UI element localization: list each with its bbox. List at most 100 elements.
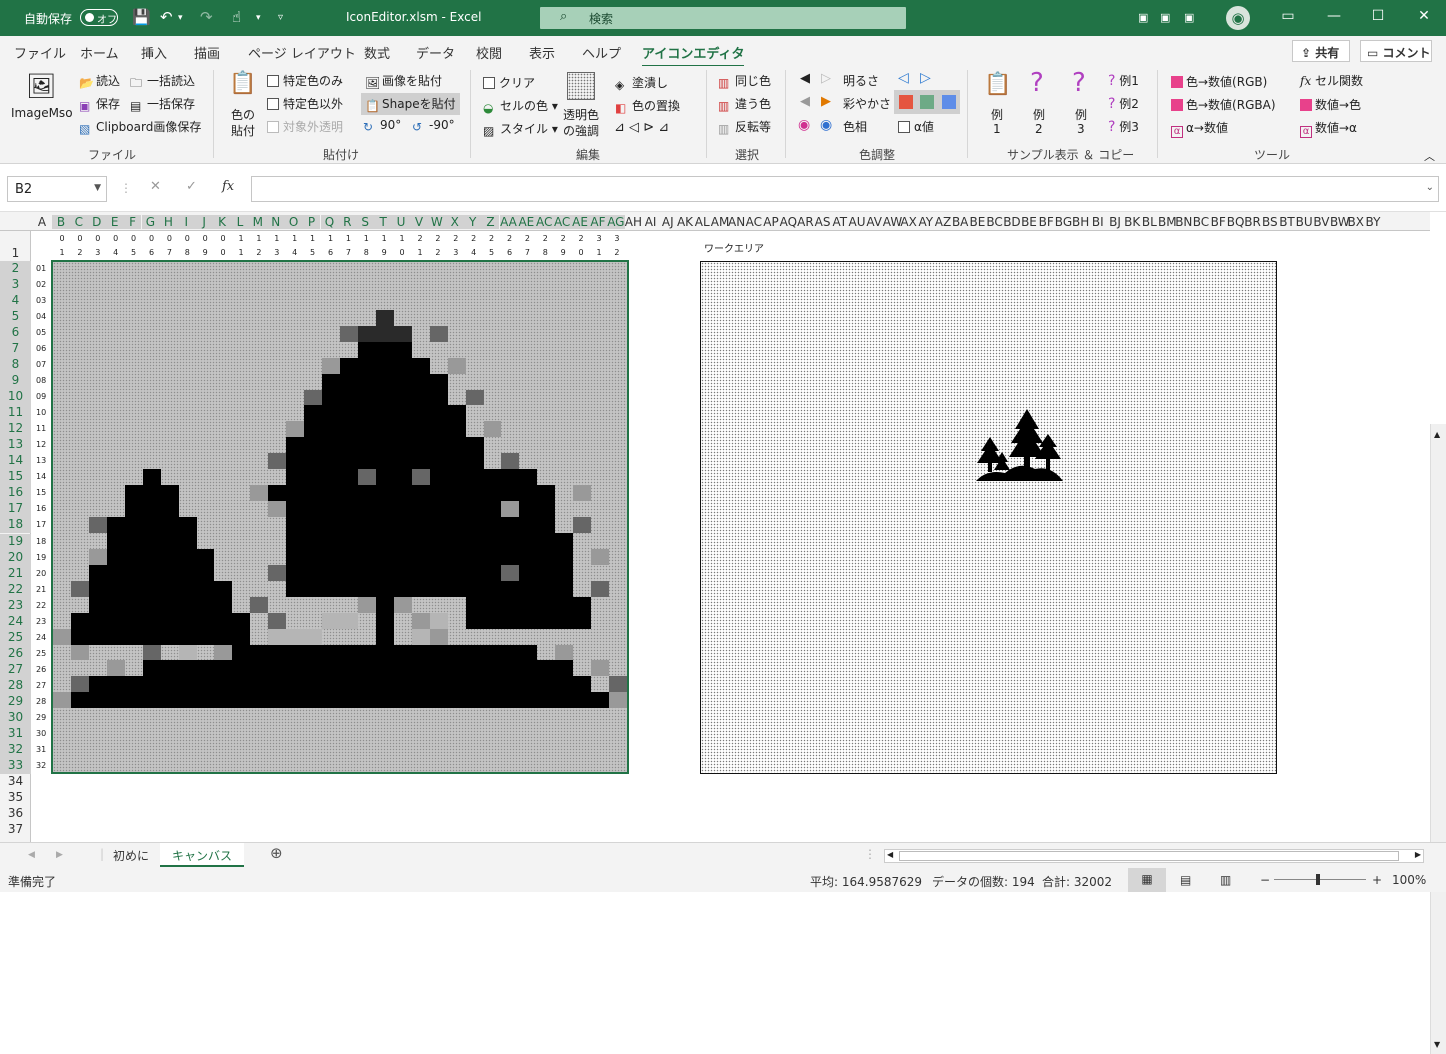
example-1-label-b[interactable]: 1 (993, 122, 1001, 136)
transparent-label-1[interactable]: 透明色 (563, 106, 599, 123)
column-header[interactable]: BX (1347, 215, 1364, 229)
canvas-pixel-run[interactable] (286, 517, 502, 533)
column-header[interactable]: AE (571, 215, 589, 229)
column-header[interactable]: S (356, 215, 375, 229)
canvas-pixel-run[interactable] (375, 612, 394, 629)
column-header[interactable]: AM (711, 215, 730, 229)
touch-dropdown-icon[interactable]: ▾ (256, 13, 261, 23)
example-3-icon[interactable]: ? (1072, 68, 1086, 98)
row-header[interactable]: 7 (0, 341, 31, 358)
name-box[interactable]: B2 ▼ (7, 176, 107, 202)
column-header[interactable]: AZ (934, 215, 951, 229)
saturation-down-icon[interactable]: ◀ (800, 94, 810, 109)
canvas-pixel[interactable] (53, 628, 71, 645)
save-button[interactable]: ▣ 保存 (79, 95, 120, 113)
canvas-pixel-run[interactable] (286, 564, 502, 581)
icon-canvas[interactable] (51, 260, 629, 774)
alpha-checkbox[interactable]: α値 (898, 118, 934, 135)
tab-splitter-icon[interactable]: ⋮ (864, 847, 876, 861)
column-header[interactable]: BD (1003, 215, 1020, 229)
column-header[interactable]: BL (1141, 215, 1158, 229)
row-header[interactable]: 19 (0, 533, 31, 550)
row-header[interactable]: 18 (0, 517, 31, 534)
canvas-pixel[interactable] (70, 676, 89, 693)
canvas-pixel[interactable] (322, 612, 340, 629)
canvas-pixel[interactable] (483, 421, 502, 438)
canvas-pixel-run[interactable] (268, 485, 502, 502)
arrow-left-icon[interactable]: ◁ (898, 70, 909, 86)
column-header[interactable]: W (427, 215, 446, 229)
column-header[interactable]: BQ (1227, 215, 1245, 229)
comment-button[interactable]: ▭ コメント (1360, 40, 1432, 62)
zoom-level[interactable]: 100% (1392, 873, 1426, 887)
row-header[interactable]: 35 (0, 790, 31, 806)
canvas-pixel-run[interactable] (142, 660, 574, 677)
column-header[interactable]: R (338, 215, 357, 229)
canvas-pixel[interactable] (429, 325, 448, 342)
cancel-icon[interactable]: ✕ (150, 179, 161, 194)
canvas-pixel-run[interactable] (124, 485, 179, 502)
ribbon-options-icon[interactable]: ▭ (1278, 8, 1298, 24)
redo-icon[interactable]: ↷ (200, 8, 213, 26)
canvas-pixel-run[interactable] (375, 309, 394, 326)
row-header[interactable]: 24 (0, 613, 31, 630)
row-header[interactable]: 6 (0, 325, 31, 342)
canvas-pixel-run[interactable] (142, 469, 161, 486)
canvas-pixel[interactable] (70, 644, 89, 661)
canvas-pixel[interactable] (555, 644, 574, 661)
canvas-pixel-run[interactable] (286, 548, 502, 565)
column-header[interactable]: BG (1055, 215, 1072, 229)
tab-page-layout[interactable]: ページ レイアウト (248, 43, 356, 62)
canvas-pixel-run[interactable] (304, 405, 466, 422)
canvas-pixel[interactable] (465, 389, 484, 406)
account-avatar[interactable]: ◉ (1226, 6, 1250, 30)
transparent-highlight-icon[interactable] (567, 72, 595, 100)
column-header[interactable]: AQ (780, 215, 797, 229)
tab-data[interactable]: データ (416, 43, 455, 62)
cell-function-button[interactable]: fx セル関数 (1300, 72, 1363, 89)
canvas-pixel[interactable] (304, 628, 323, 645)
row-header[interactable]: 29 (0, 693, 31, 710)
canvas-pixel[interactable] (357, 469, 376, 486)
column-header[interactable]: AX (900, 215, 917, 229)
collapse-ribbon-icon[interactable]: ︿ (1424, 148, 1435, 164)
column-header[interactable]: AN (728, 215, 745, 229)
column-header[interactable]: D (87, 215, 106, 229)
column-header[interactable]: AI (642, 215, 659, 229)
zoom-slider-thumb[interactable] (1316, 874, 1320, 885)
transparent-label-2[interactable]: の強調 (563, 122, 599, 139)
swatch-green[interactable] (920, 95, 934, 109)
saturation-up-icon[interactable]: ▶ (821, 94, 831, 109)
row-header[interactable]: 23 (0, 597, 31, 614)
example-1-label-a[interactable]: 例 (991, 106, 1003, 123)
row-header[interactable]: 3 (0, 277, 31, 294)
number-to-alpha-button[interactable]: α 数値→α (1300, 119, 1357, 138)
canvas-pixel[interactable] (304, 389, 323, 406)
imagemso-button[interactable]: ImageMso (11, 106, 73, 120)
column-header[interactable]: BW (1330, 215, 1350, 229)
row-header[interactable]: 28 (0, 677, 31, 694)
example-3-label-b[interactable]: 3 (1077, 122, 1085, 136)
add-sheet-icon[interactable]: ⊕ (270, 844, 283, 862)
autosave-toggle[interactable]: オフ (80, 9, 118, 26)
row-header[interactable]: 21 (0, 565, 31, 582)
minimize-icon[interactable]: — (1324, 8, 1344, 24)
color-paste-label-1[interactable]: 色の (231, 106, 255, 123)
fill-button[interactable]: ◈ 塗潰し (615, 74, 668, 92)
clipboard-save-button[interactable]: ▧ Clipboard画像保存 (79, 118, 201, 136)
column-header[interactable]: F (123, 215, 142, 229)
row-header[interactable]: 1 (0, 246, 31, 261)
rotate-minus-90-button[interactable]: ↺ -90° (412, 118, 455, 134)
column-header[interactable]: AK (676, 215, 693, 229)
forest-icon-preview[interactable] (975, 407, 1065, 485)
row-header[interactable]: 22 (0, 581, 31, 598)
canvas-pixel-run[interactable] (322, 389, 448, 406)
swatch-red[interactable] (899, 95, 913, 109)
zoom-in-icon[interactable]: + (1372, 873, 1382, 887)
batch-save-button[interactable]: ▤ 一括保存 (130, 95, 195, 113)
column-header[interactable]: AS (814, 215, 831, 229)
canvas-pixel-run[interactable] (88, 564, 215, 581)
canvas-pixel-run[interactable] (286, 469, 502, 486)
brightness-down-icon[interactable]: ◀ (800, 71, 810, 86)
column-header[interactable]: BR (1244, 215, 1261, 229)
